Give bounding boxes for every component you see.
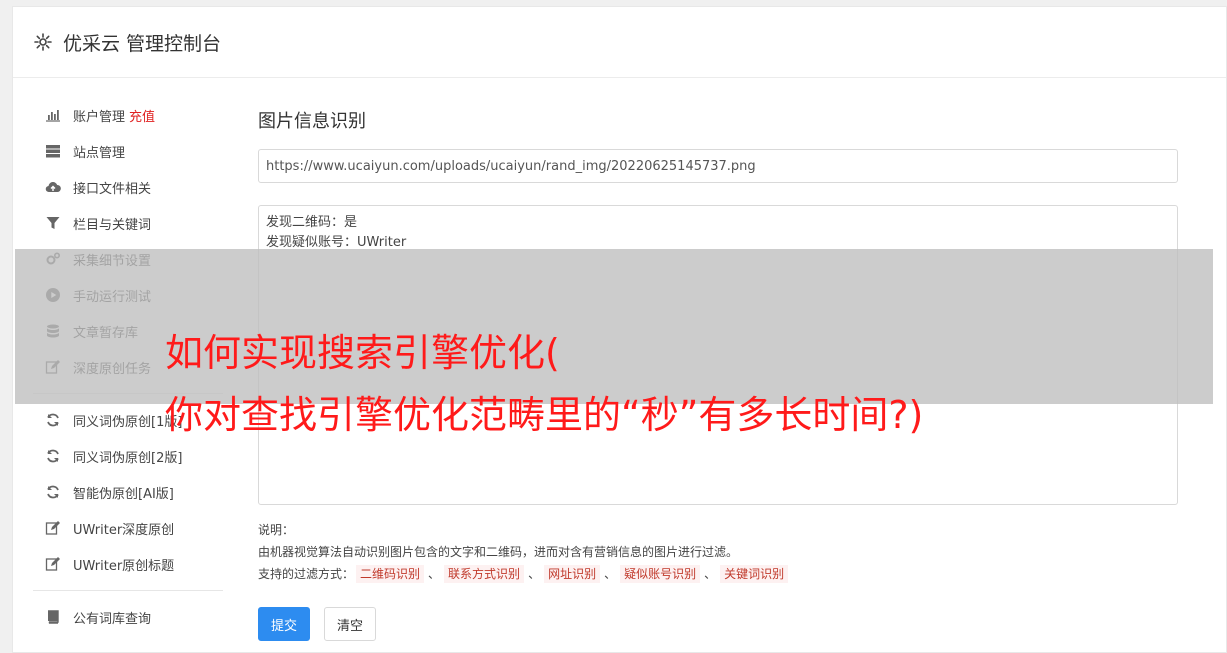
gear-icon [33,32,53,52]
sidebar-item-label: 接口文件相关 [73,181,152,197]
overlay-line-1: 如何实现搜索引擎优化( [165,331,560,375]
server-icon [45,143,61,159]
edit-icon [45,520,61,536]
filter-tag: 疑似账号识别 [620,565,701,583]
filter-tag: 关键词识别 [720,565,789,583]
section-title: 图片信息识别 [258,111,366,132]
filter-methods: 支持的过滤方式： 二维码识别、联系方式识别、网址识别、疑似账号识别、关键词识别 [258,563,1178,585]
filter-tag: 网址识别 [544,565,601,583]
filter-label: 支持的过滤方式： [258,567,355,581]
header-bar: 优采云 管理控制台 [13,7,1226,78]
cloud-upload-icon [45,179,61,195]
action-buttons: 提交 清空 [258,607,1178,641]
sidebar-item[interactable]: 公有词库查询 [33,599,223,635]
sidebar-item[interactable]: 智能伪原创[AI版] [33,474,223,510]
submit-button[interactable]: 提交 [258,607,311,641]
bar-chart-icon [45,107,61,123]
filter-tag: 二维码识别 [356,565,425,583]
filter-separator: 、 [704,567,717,581]
desc-label: 说明： [258,523,295,537]
sidebar-item[interactable]: 账户管理 充值 [33,97,223,133]
desc-text: 由机器视觉算法自动识别图片包含的文字和二维码，进而对含有营销信息的图片进行过滤。 [258,545,739,559]
sidebar-item-label: UWriter原创标题 [73,558,175,574]
filter-separator: 、 [604,567,617,581]
sidebar-item-label: UWriter深度原创 [73,522,175,538]
refresh-icon [45,484,61,500]
refresh-icon [45,412,61,428]
sidebar-item-label: 公有词库查询 [73,611,152,627]
refresh-icon [45,448,61,464]
filter-tag: 联系方式识别 [444,565,525,583]
page-title: 优采云 管理控制台 [63,32,222,55]
filter-separator: 、 [528,567,541,581]
book-icon [45,609,61,625]
sidebar-item-label: 栏目与关键词 [73,217,152,233]
sidebar-item-label: 智能伪原创[AI版] [73,486,174,502]
result-line-qrcode: 发现二维码：是 [266,215,358,230]
sidebar-item-label: 站点管理 [73,145,126,161]
sidebar-item-label: 账户管理 [73,109,126,125]
edit-icon [45,556,61,572]
recharge-link[interactable]: 充值 [129,106,155,125]
sidebar-item[interactable]: 站点管理 [33,133,223,169]
overlay-line-2: 你对查找引擎优化范畴里的“秒”有多长时间?) [165,393,924,437]
description: 说明： 由机器视觉算法自动识别图片包含的文字和二维码，进而对含有营销信息的图片进… [258,519,1178,585]
sidebar-item[interactable]: UWriter原创标题 [33,546,223,582]
sidebar-item[interactable]: UWriter深度原创 [33,510,223,546]
sidebar-item-label: 同义词伪原创[2版] [73,450,183,466]
overlay-headline: 如何实现搜索引擎优化( 你对查找引擎优化范畴里的“秒”有多长时间?) [165,322,923,446]
clear-button[interactable]: 清空 [324,607,377,641]
image-url-input[interactable] [258,149,1178,183]
sidebar-item[interactable]: 栏目与关键词 [33,205,223,241]
filter-icon [45,215,61,231]
sidebar-divider [33,590,223,591]
filter-separator: 、 [428,567,441,581]
sidebar-item[interactable]: 接口文件相关 [33,169,223,205]
